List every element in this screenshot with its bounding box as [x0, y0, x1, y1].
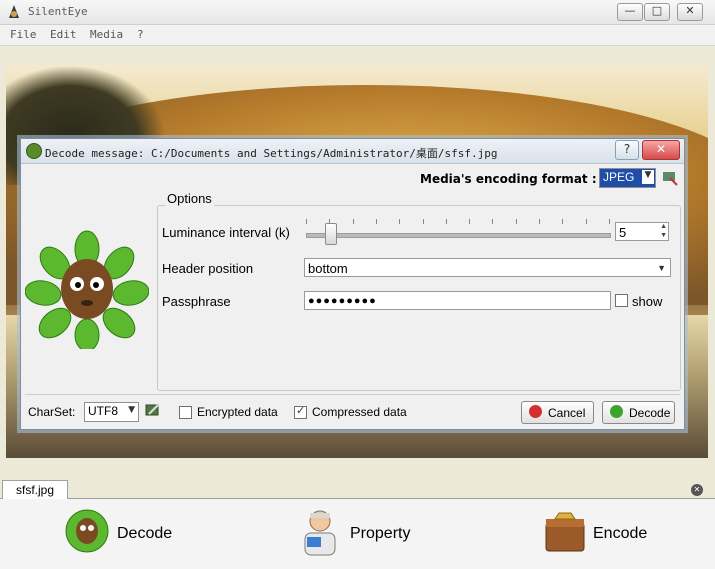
menu-edit[interactable]: Edit [50, 28, 77, 41]
dialog-title: Decode message: C:/Documents and Setting… [45, 147, 498, 160]
slider-tick [375, 219, 377, 224]
tab-label: sfsf.jpg [15, 483, 54, 497]
dialog-close-button[interactable]: ✕ [642, 140, 680, 160]
close-icon: ✕ [693, 485, 701, 494]
minimize-button[interactable]: — [617, 3, 643, 21]
tab-sfsf-jpg[interactable]: sfsf.jpg [2, 480, 68, 500]
encode-action-label: Encode [593, 525, 648, 542]
dialog-app-icon [26, 143, 42, 159]
charset-select[interactable]: UTF8 ▼ [84, 402, 139, 422]
help-icon: ? [623, 142, 631, 156]
window-title: SilentEye [28, 5, 88, 18]
compressed-data-checkbox[interactable] [294, 404, 307, 419]
property-person-icon [304, 510, 336, 556]
show-passphrase-label: show [632, 294, 663, 309]
slider-tick [515, 219, 517, 224]
dialog-help-button[interactable]: ? [615, 140, 639, 160]
encrypted-data-checkbox[interactable] [179, 406, 192, 419]
chevron-down-icon: ▼ [642, 170, 654, 184]
decode-mascot-small-icon [65, 509, 109, 553]
chevron-down-icon: ▼ [657, 263, 666, 273]
charset-edit-icon[interactable] [145, 402, 161, 418]
check-icon [610, 405, 623, 418]
slider-tick [469, 219, 471, 224]
slider-tick [306, 219, 307, 224]
slider-tick [539, 219, 541, 224]
cancel-label: Cancel [548, 406, 586, 420]
header-position-label: Header position [162, 261, 254, 276]
cancel-button[interactable]: Cancel [521, 401, 594, 424]
menu-media[interactable]: Media [90, 28, 123, 41]
tab-bar [0, 478, 715, 499]
compressed-data-label: Compressed data [312, 405, 407, 419]
close-window-button[interactable]: ✕ [677, 3, 703, 21]
slider-tick [585, 219, 587, 224]
close-icon: ✕ [685, 4, 695, 17]
slider-tick [562, 219, 564, 224]
passphrase-label: Passphrase [162, 294, 231, 309]
luminance-label: Luminance interval (k) [162, 225, 290, 240]
header-position-value: bottom [308, 261, 348, 276]
slider-tick [445, 219, 447, 224]
tab-close-button[interactable]: ✕ [691, 484, 703, 496]
passphrase-value: ●●●●●●●●● [308, 295, 377, 307]
window-titlebar: SilentEye — □ ✕ [0, 0, 715, 25]
slider-tick [492, 219, 494, 224]
decode-mascot-icon [25, 230, 149, 349]
spin-up-icon[interactable]: ▲ [660, 223, 667, 231]
silenteye-app-icon [9, 5, 19, 18]
passphrase-input[interactable]: ●●●●●●●●● [304, 291, 611, 310]
spin-down-icon[interactable]: ▼ [660, 232, 667, 240]
luminance-spinbox[interactable]: 5 ▲ ▼ [615, 222, 669, 241]
minimize-icon: — [624, 4, 636, 17]
decode-action-label: Decode [117, 525, 173, 542]
charset-value: UTF8 [88, 404, 118, 418]
encoding-format-label: Media's encoding format : [420, 172, 597, 186]
format-settings-icon[interactable] [661, 169, 679, 187]
menu-file[interactable]: File [10, 28, 37, 41]
maximize-icon: □ [651, 4, 663, 17]
encoding-format-value: JPEG [603, 170, 635, 184]
close-icon: ✕ [655, 142, 667, 156]
slider-tick [609, 219, 610, 224]
dialog-divider [25, 394, 680, 395]
property-action-button[interactable]: Property [297, 503, 427, 563]
decode-button[interactable]: Decode [602, 401, 675, 424]
encode-box-icon [545, 512, 585, 552]
menu-help[interactable]: ? [137, 28, 144, 41]
slider-tick [422, 219, 424, 224]
property-action-label: Property [350, 525, 411, 542]
maximize-button[interactable]: □ [644, 3, 670, 21]
menu-bar: File Edit Media ? [0, 25, 715, 46]
encoding-format-select[interactable]: JPEG ▼ [599, 168, 656, 188]
luminance-slider-thumb[interactable] [325, 223, 338, 245]
encrypted-data-label: Encrypted data [197, 405, 278, 419]
luminance-slider-track[interactable] [306, 233, 611, 238]
charset-label: CharSet: [28, 405, 76, 419]
show-passphrase-checkbox[interactable] [615, 294, 628, 307]
decode-label: Decode [629, 406, 671, 420]
slider-tick [399, 219, 401, 224]
decode-action-button[interactable]: Decode [64, 503, 184, 563]
decode-dialog: Decode message: C:/Documents and Setting… [20, 138, 685, 430]
slider-tick [352, 219, 354, 224]
chevron-down-icon: ▼ [128, 405, 135, 415]
dialog-titlebar: Decode message: C:/Documents and Setting… [21, 139, 684, 164]
options-title: Options [165, 191, 214, 206]
luminance-value: 5 [619, 225, 627, 240]
cancel-icon [529, 405, 542, 418]
encode-action-button[interactable]: Encode [543, 503, 673, 563]
header-position-select[interactable]: bottom ▼ [304, 258, 671, 277]
